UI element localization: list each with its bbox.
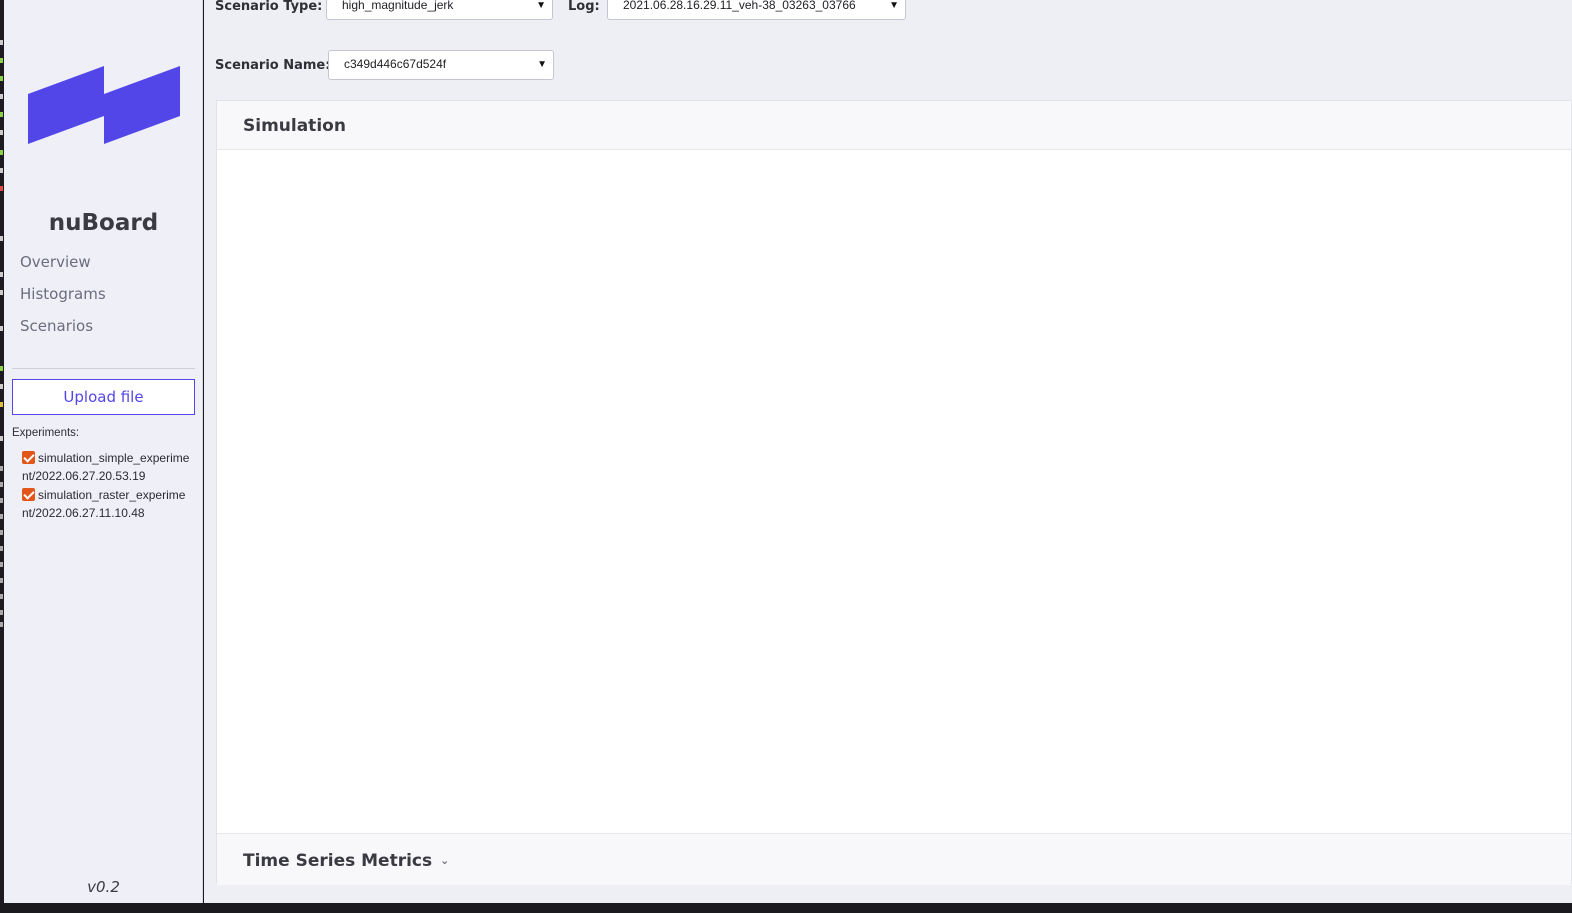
scenario-name-label: Scenario Name: bbox=[215, 58, 331, 73]
scenario-type-value: high_magnitude_jerk bbox=[342, 0, 454, 12]
experiment-label: simulation_simple_experiment/2022.06.27.… bbox=[22, 451, 190, 483]
experiments-label: Experiments: bbox=[12, 427, 80, 439]
time-series-title: Time Series Metrics bbox=[243, 851, 433, 871]
sidebar: nuBoard Overview Histograms Scenarios Up… bbox=[4, 0, 203, 903]
scenario-name-value: c349d446c67d524f bbox=[344, 57, 447, 71]
sidebar-divider bbox=[12, 368, 195, 369]
experiment-item[interactable]: simulation_raster_experiment/2022.06.27.… bbox=[22, 487, 190, 522]
log-select[interactable]: 2021.06.28.16.29.11_veh-38_03263_03766 ▼ bbox=[607, 0, 906, 20]
upload-file-button[interactable]: Upload file bbox=[12, 379, 195, 415]
chevron-down-icon: ⌄ bbox=[440, 854, 450, 867]
time-series-header[interactable]: Time Series Metrics ⌄ bbox=[217, 833, 1571, 885]
terminal-bottom-edge bbox=[0, 903, 1572, 913]
checkbox-checked-icon[interactable] bbox=[22, 488, 35, 501]
scenario-type-select[interactable]: high_magnitude_jerk ▼ bbox=[326, 0, 553, 20]
brand-title: nuBoard bbox=[48, 210, 159, 236]
dropdown-arrow-icon: ▼ bbox=[536, 0, 546, 11]
experiment-label: simulation_raster_experiment/2022.06.27.… bbox=[22, 488, 186, 520]
nav-overview[interactable]: Overview bbox=[20, 251, 106, 283]
log-value: 2021.06.28.16.29.11_veh-38_03263_03766 bbox=[623, 0, 856, 12]
checkbox-checked-icon[interactable] bbox=[22, 451, 35, 464]
main-content: Scenario Type: high_magnitude_jerk ▼ Log… bbox=[204, 0, 1572, 903]
dropdown-arrow-icon: ▼ bbox=[889, 0, 899, 11]
experiments-list: simulation_simple_experiment/2022.06.27.… bbox=[22, 450, 190, 524]
simulation-panel: Simulation Time Series Metrics ⌄ bbox=[216, 100, 1572, 885]
simulation-title: Simulation bbox=[243, 116, 346, 136]
dropdown-arrow-icon: ▼ bbox=[537, 59, 547, 70]
scenario-type-label: Scenario Type: bbox=[215, 0, 323, 14]
version-label: v0.2 bbox=[87, 878, 120, 896]
nav-scenarios[interactable]: Scenarios bbox=[20, 315, 106, 347]
nuboard-logo-icon bbox=[28, 66, 180, 144]
simulation-panel-header: Simulation bbox=[217, 101, 1571, 150]
time-series-toggle[interactable]: Time Series Metrics ⌄ bbox=[243, 851, 449, 871]
scenario-name-select[interactable]: c349d446c67d524f ▼ bbox=[328, 50, 554, 80]
experiment-item[interactable]: simulation_simple_experiment/2022.06.27.… bbox=[22, 450, 190, 485]
log-label: Log: bbox=[568, 0, 600, 14]
nav-histograms[interactable]: Histograms bbox=[20, 283, 106, 315]
sidebar-nav: Overview Histograms Scenarios bbox=[20, 251, 106, 347]
